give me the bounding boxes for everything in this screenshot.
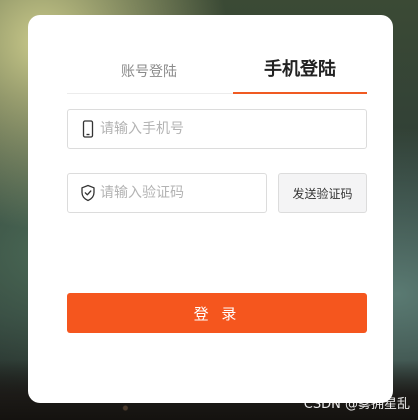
phone-input[interactable] — [100, 110, 358, 148]
verification-code-field[interactable] — [67, 173, 267, 213]
phone-field[interactable] — [67, 109, 367, 149]
shield-check-icon — [80, 184, 96, 202]
active-tab-indicator — [233, 92, 367, 94]
login-card: 账号登陆 手机登陆 发送验证码 登 录 — [28, 15, 393, 403]
watermark: CSDN @雾拥星乱 — [303, 397, 410, 412]
send-code-button[interactable]: 发送验证码 — [278, 173, 367, 213]
tab-phone-login[interactable]: 手机登陆 — [233, 59, 367, 93]
tab-account-login[interactable]: 账号登陆 — [82, 61, 216, 95]
login-button[interactable]: 登 录 — [67, 293, 367, 333]
login-tabs: 账号登陆 手机登陆 — [67, 59, 367, 94]
mobile-phone-icon — [80, 120, 96, 138]
verification-code-input[interactable] — [100, 174, 258, 212]
